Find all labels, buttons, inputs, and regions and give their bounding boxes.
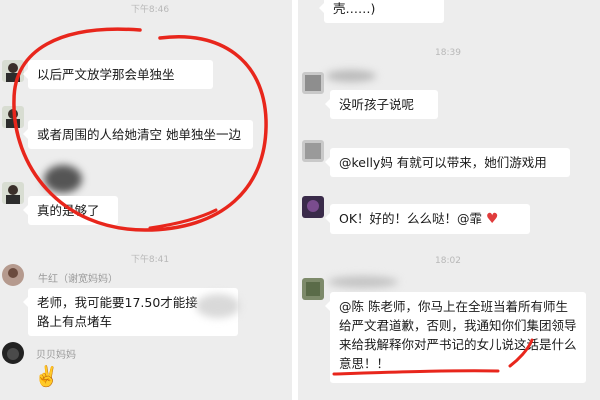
message-bubble[interactable]: 或者周围的人给她清空 她单独坐一边 <box>23 120 253 149</box>
avatar[interactable] <box>2 60 24 82</box>
redaction-blur <box>328 276 398 288</box>
message-bubble[interactable]: OK！好的！么么哒！@霏 ♥ <box>325 204 530 234</box>
avatar[interactable] <box>2 264 24 286</box>
heart-icon: ♥ <box>486 211 499 227</box>
avatar[interactable] <box>302 196 324 218</box>
victory-hand-icon: ✌️ <box>34 364 59 388</box>
avatar[interactable] <box>302 72 324 94</box>
message-line: 路上有点堵车 <box>37 314 113 329</box>
message-text: OK！好的！么么哒！@霏 <box>339 211 483 226</box>
timestamp: 18:02 <box>435 256 461 266</box>
avatar[interactable] <box>2 342 24 364</box>
panel-divider <box>292 0 298 400</box>
avatar[interactable] <box>302 278 324 300</box>
timestamp: 下午8:41 <box>130 255 170 265</box>
message-bubble[interactable]: 壳……) <box>319 0 444 23</box>
avatar[interactable] <box>2 182 24 204</box>
redaction-blur <box>196 294 240 318</box>
timestamp: 下午8:46 <box>130 5 170 15</box>
redaction-blur <box>326 70 376 82</box>
timestamp: 18:39 <box>435 48 461 58</box>
message-bubble[interactable]: @kelly妈 有就可以带来，她们游戏用 <box>325 148 570 177</box>
message-bubble[interactable]: 以后严文放学那会单独坐 <box>23 60 213 89</box>
avatar[interactable] <box>302 140 324 162</box>
sender-name: 贝贝妈妈 <box>36 350 76 361</box>
message-bubble[interactable]: @陈 陈老师，你马上在全班当着所有师生给严文君道歉，否则，我通知你们集团领导来给… <box>325 292 586 383</box>
sender-name: 牛红（谢宽妈妈） <box>38 274 118 285</box>
right-chat-panel: 壳……) 18:39 没听孩子说呢 @kelly妈 有就可以带来，她们游戏用 O… <box>298 0 600 400</box>
message-bubble[interactable]: 没听孩子说呢 <box>325 90 438 119</box>
avatar[interactable] <box>2 106 24 128</box>
left-chat-panel: 下午8:46 以后严文放学那会单独坐 或者周围的人给她清空 她单独坐一边 真的是… <box>0 0 292 400</box>
message-bubble[interactable]: 真的是够了 <box>23 196 118 225</box>
redaction-blur <box>44 165 82 193</box>
